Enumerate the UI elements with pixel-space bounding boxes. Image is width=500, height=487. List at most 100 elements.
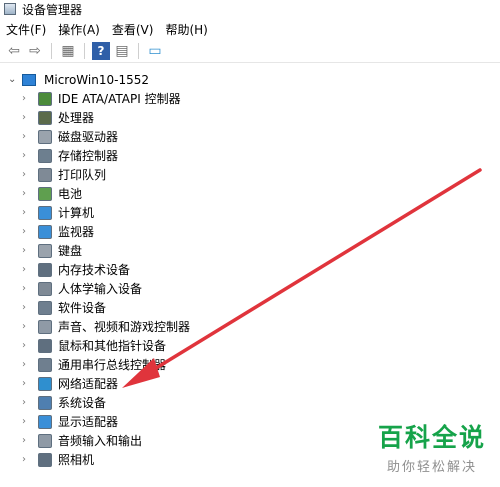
menu-view[interactable]: 查看(V): [112, 21, 154, 38]
tree-item-label: 鼠标和其他指针设备: [58, 339, 167, 353]
tree-root-label: MicroWin10-1552: [44, 72, 149, 87]
tree-item-label: 软件设备: [58, 301, 107, 315]
sound-icon: [38, 319, 52, 334]
tree-item[interactable]: › 鼠标和其他指针设备: [0, 336, 500, 355]
chevron-right-icon[interactable]: ›: [22, 454, 38, 465]
toolbar-separator: [138, 43, 139, 59]
chevron-right-icon[interactable]: ›: [22, 321, 38, 332]
chevron-right-icon[interactable]: ›: [22, 435, 38, 446]
chevron-down-icon[interactable]: ⌄: [8, 74, 18, 85]
tree-item[interactable]: › IDE ATA/ATAPI 控制器: [0, 89, 500, 108]
tree-item-label: 照相机: [58, 453, 95, 467]
chevron-right-icon[interactable]: ›: [22, 264, 38, 275]
tree-item[interactable]: › 键盘: [0, 241, 500, 260]
tree-item-label: 系统设备: [58, 396, 107, 410]
watermark: 百科全说 助你轻松解决: [378, 418, 486, 475]
tree-item-label: 监视器: [58, 225, 95, 239]
keyboard-icon: [38, 243, 52, 258]
tree-item[interactable]: › 计算机: [0, 203, 500, 222]
tree-item-label: 内存技术设备: [58, 263, 131, 277]
tree-item[interactable]: › 人体学输入设备: [0, 279, 500, 298]
device-tree: ⌄ MicroWin10-1552 › IDE ATA/ATAPI 控制器 › 处理器…: [0, 70, 500, 469]
chevron-right-icon[interactable]: ›: [22, 150, 38, 161]
tree-item[interactable]: › 系统设备: [0, 393, 500, 412]
storage-controller-icon: [38, 148, 52, 163]
software-device-icon: [38, 300, 52, 315]
window-title: 设备管理器: [22, 2, 83, 17]
computer-icon: [22, 73, 36, 86]
chevron-right-icon[interactable]: ›: [22, 112, 38, 123]
menu-bar: 文件(F) 操作(A) 查看(V) 帮助(H): [0, 18, 500, 40]
processor-icon: [38, 110, 52, 125]
chevron-right-icon[interactable]: ›: [22, 207, 38, 218]
tree-item-label: 显示适配器: [58, 415, 119, 429]
tree-item[interactable]: › 磁盘驱动器: [0, 127, 500, 146]
tree-item-label: 磁盘驱动器: [58, 130, 119, 144]
chevron-right-icon[interactable]: ›: [22, 397, 38, 408]
tree-item-label: 音频输入和输出: [58, 434, 143, 448]
audio-io-icon: [38, 433, 52, 448]
monitor-scan-icon[interactable]: ▭: [146, 42, 164, 60]
tree-item-label: 处理器: [58, 111, 95, 125]
tree-item-label: 存储控制器: [58, 149, 119, 163]
tree-item-label: 键盘: [58, 244, 83, 258]
tree-item-label: 电池: [58, 187, 83, 201]
tree-item[interactable]: › 处理器: [0, 108, 500, 127]
chevron-right-icon[interactable]: ›: [22, 416, 38, 427]
toolbar: ⇦ ⇨ ▦ ? ▤ ▭: [0, 40, 500, 63]
tree-item-label: 打印队列: [58, 168, 107, 182]
camera-icon: [38, 452, 52, 467]
tree-item[interactable]: › 存储控制器: [0, 146, 500, 165]
view-icon[interactable]: ▤: [113, 42, 131, 60]
chevron-right-icon[interactable]: ›: [22, 188, 38, 199]
properties-icon[interactable]: ▦: [59, 42, 77, 60]
forward-arrow-icon[interactable]: ⇨: [26, 42, 44, 60]
tree-item[interactable]: › 网络适配器: [0, 374, 500, 393]
menu-file[interactable]: 文件(F): [6, 21, 46, 38]
tree-item[interactable]: › 软件设备: [0, 298, 500, 317]
chevron-right-icon[interactable]: ›: [22, 131, 38, 142]
tree-item[interactable]: › 电池: [0, 184, 500, 203]
device-manager-icon: [4, 3, 16, 15]
chevron-right-icon[interactable]: ›: [22, 245, 38, 256]
battery-icon: [38, 186, 52, 201]
title-bar: 设备管理器: [0, 0, 500, 18]
tree-item[interactable]: › 监视器: [0, 222, 500, 241]
system-device-icon: [38, 395, 52, 410]
chevron-right-icon[interactable]: ›: [22, 302, 38, 313]
tree-item[interactable]: › 声音、视频和游戏控制器: [0, 317, 500, 336]
back-arrow-icon[interactable]: ⇦: [5, 42, 23, 60]
tree-item-label: 网络适配器: [58, 377, 119, 391]
tree-item[interactable]: › 内存技术设备: [0, 260, 500, 279]
usb-icon: [38, 357, 52, 372]
hid-icon: [38, 281, 52, 296]
ide-controller-icon: [38, 91, 52, 106]
monitor-icon: [38, 224, 52, 239]
disk-drive-icon: [38, 129, 52, 144]
tree-item-label: 通用串行总线控制器: [58, 358, 167, 372]
help-icon[interactable]: ?: [92, 42, 110, 60]
network-adapter-icon: [38, 376, 52, 391]
chevron-right-icon[interactable]: ›: [22, 93, 38, 104]
computer-icon: [38, 205, 52, 220]
toolbar-separator: [84, 43, 85, 59]
tree-item-label: 计算机: [58, 206, 95, 220]
chevron-right-icon[interactable]: ›: [22, 226, 38, 237]
chevron-right-icon[interactable]: ›: [22, 169, 38, 180]
watermark-subtitle: 助你轻松解决: [386, 460, 477, 475]
tree-item[interactable]: › 通用串行总线控制器: [0, 355, 500, 374]
chevron-right-icon[interactable]: ›: [22, 378, 38, 389]
toolbar-separator: [51, 43, 52, 59]
chevron-right-icon[interactable]: ›: [22, 359, 38, 370]
menu-action[interactable]: 操作(A): [58, 21, 100, 38]
tree-item-label: 声音、视频和游戏控制器: [58, 320, 191, 334]
watermark-title: 百科全说: [377, 423, 486, 452]
menu-help[interactable]: 帮助(H): [165, 21, 207, 38]
tree-item[interactable]: › 打印队列: [0, 165, 500, 184]
display-adapter-icon: [38, 414, 52, 429]
memory-device-icon: [38, 262, 52, 277]
chevron-right-icon[interactable]: ›: [22, 340, 38, 351]
tree-item-label: IDE ATA/ATAPI 控制器: [58, 92, 181, 106]
chevron-right-icon[interactable]: ›: [22, 283, 38, 294]
tree-root[interactable]: ⌄ MicroWin10-1552: [0, 70, 500, 89]
